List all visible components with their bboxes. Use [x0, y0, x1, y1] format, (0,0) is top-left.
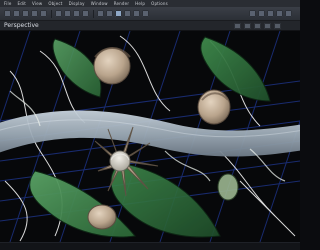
display-mode-button[interactable] [258, 10, 265, 17]
scene-canvas [0, 31, 300, 242]
seed-pod-top [93, 47, 131, 85]
menu-item-options[interactable]: Options [151, 0, 168, 7]
settings-tool-button[interactable] [106, 10, 113, 17]
viewport-toggle-button[interactable] [249, 10, 256, 17]
zoom-tool-button[interactable] [142, 10, 149, 17]
seed-pod-bottom [87, 204, 117, 230]
main-toolbar [0, 7, 300, 21]
more-options-button[interactable] [285, 10, 292, 17]
3d-modeling-app: File Edit View Object Display Window Ren… [0, 0, 300, 250]
scale-tool-button[interactable] [40, 10, 47, 17]
viewport-control-3[interactable] [254, 23, 261, 29]
viewport-control-5[interactable] [274, 23, 281, 29]
3d-viewport[interactable] [0, 31, 300, 242]
viewport-control-4[interactable] [264, 23, 271, 29]
menu-item-object[interactable]: Object [48, 0, 62, 7]
menu-item-render[interactable]: Render [114, 0, 129, 7]
viewport-control-2[interactable] [244, 23, 251, 29]
select-tool-button[interactable] [13, 10, 20, 17]
seed-pod-right [197, 89, 231, 125]
menu-item-help[interactable]: Help [135, 0, 145, 7]
toolbar-separator [51, 10, 52, 18]
light-tool-button[interactable] [115, 10, 122, 17]
camera-tool-button[interactable] [82, 10, 89, 17]
render-tool-button[interactable] [97, 10, 104, 17]
knife-tool-button[interactable] [64, 10, 71, 17]
camera-button[interactable] [276, 10, 283, 17]
paint-tool-button[interactable] [73, 10, 80, 17]
seed-pod-small-right [217, 173, 239, 201]
viewport-header: Perspective [0, 21, 300, 31]
viewport-title: Perspective [4, 22, 39, 29]
status-bar [0, 242, 300, 250]
toolbar-separator [93, 10, 94, 18]
menu-item-view[interactable]: View [32, 0, 42, 7]
arrow-tool-button[interactable] [4, 10, 11, 17]
menu-item-file[interactable]: File [4, 0, 12, 7]
rotate-tool-button[interactable] [31, 10, 38, 17]
menu-item-display[interactable]: Display [69, 0, 85, 7]
layers-tool-button[interactable] [133, 10, 140, 17]
viewport-control-1[interactable] [234, 23, 241, 29]
magnet-tool-button[interactable] [55, 10, 62, 17]
move-tool-button[interactable] [22, 10, 29, 17]
menu-item-edit[interactable]: Edit [18, 0, 27, 7]
shading-button[interactable] [267, 10, 274, 17]
menu-bar: File Edit View Object Display Window Ren… [0, 0, 300, 7]
grid-tool-button[interactable] [124, 10, 131, 17]
menu-item-window[interactable]: Window [91, 0, 108, 7]
